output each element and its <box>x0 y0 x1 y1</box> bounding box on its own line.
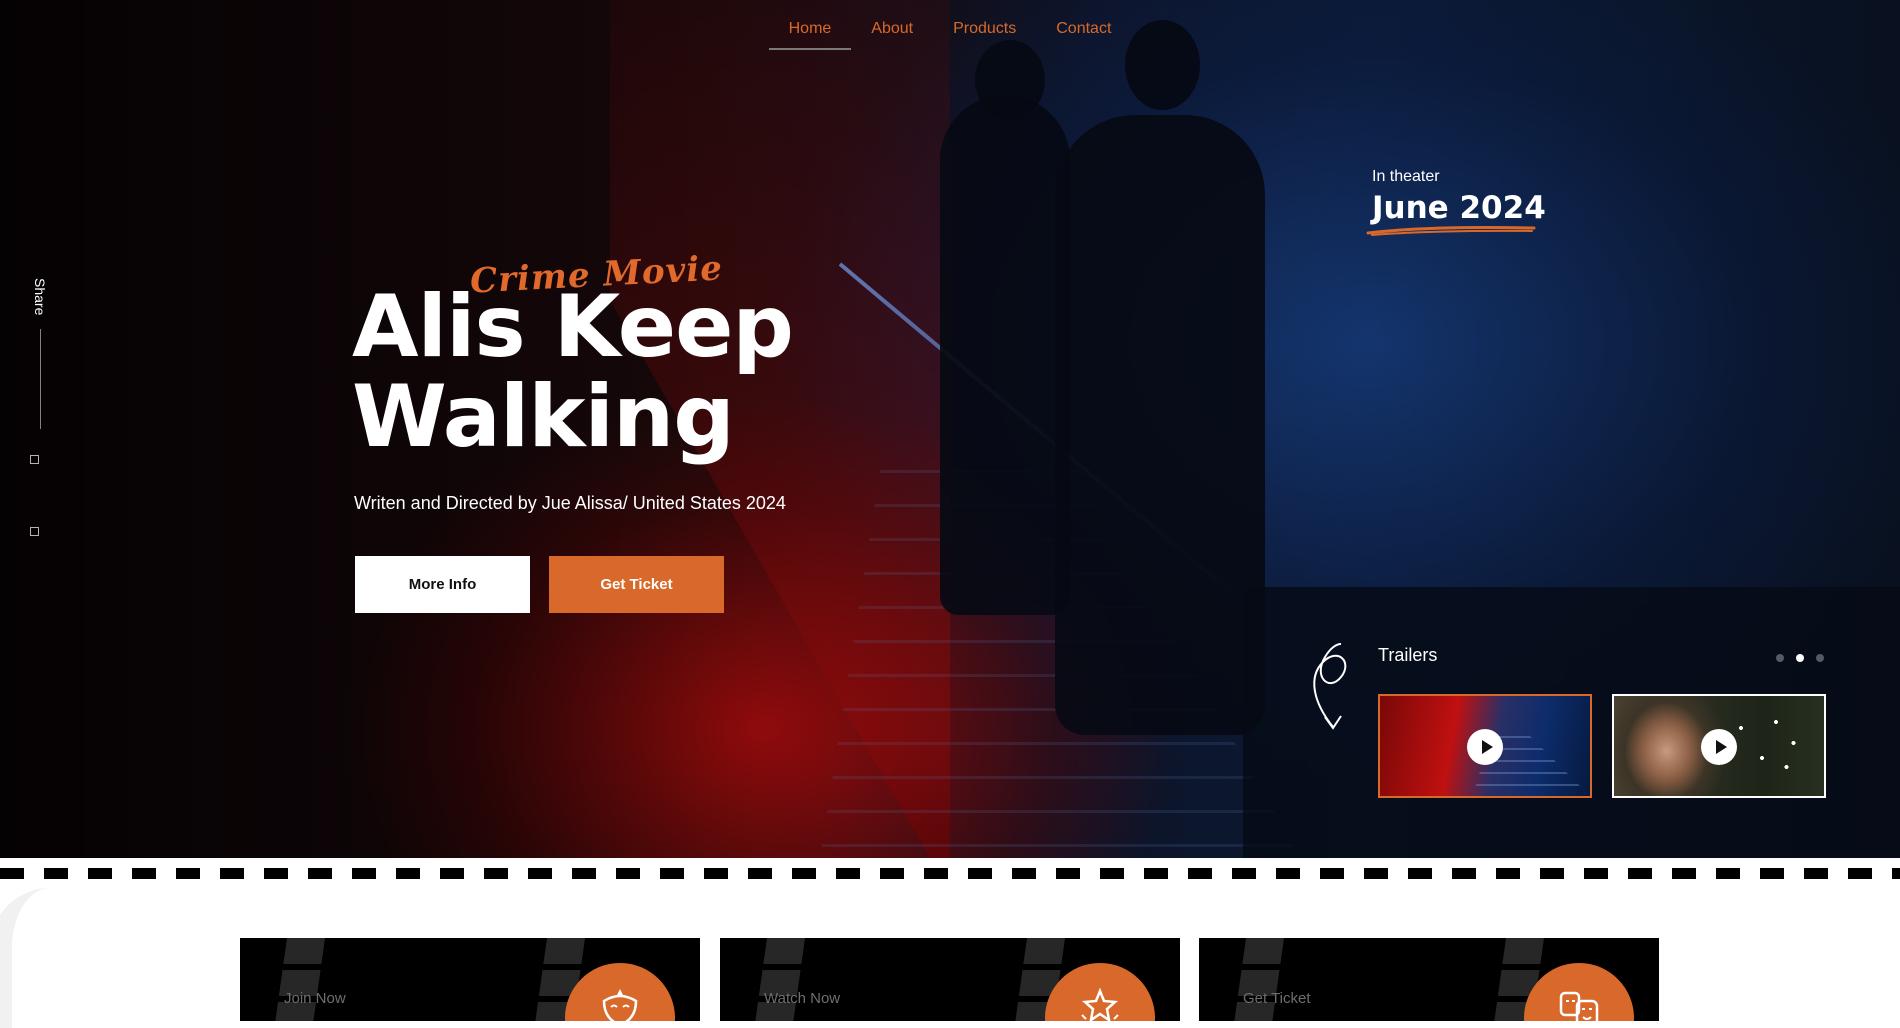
more-info-button[interactable]: More Info <box>355 556 530 613</box>
card-eyebrow: Get Ticket <box>1243 990 1311 1007</box>
silhouette-figure <box>940 95 1070 615</box>
nav-item-home[interactable]: Home <box>768 18 851 56</box>
pagination-dot[interactable] <box>1816 654 1824 662</box>
twitter-icon[interactable] <box>30 527 39 536</box>
feature-card-watch[interactable]: Watch Now <box>720 938 1180 1021</box>
card-eyebrow: Join Now <box>284 990 346 1007</box>
trailers-title: Trailers <box>1378 645 1438 665</box>
film-strip-decoration <box>272 938 326 1021</box>
trailer-thumbnail[interactable] <box>1378 694 1592 798</box>
curly-arrow-icon <box>1313 643 1347 730</box>
share-sidebar: Share <box>25 278 55 430</box>
star-trophy-icon <box>1045 963 1155 1021</box>
movie-credits: Writen and Directed by Jue Alissa/ Unite… <box>354 493 786 513</box>
film-strip-divider <box>0 858 1900 888</box>
trailers-panel: Trailers <box>1243 587 1900 858</box>
share-divider <box>39 329 41 430</box>
main-nav: Home About Products Contact <box>0 18 1900 56</box>
release-label: In theater <box>1372 168 1440 185</box>
trailer-pagination <box>1776 654 1824 662</box>
card-eyebrow: Watch Now <box>764 990 841 1007</box>
movie-title: Alis Keep Walking <box>352 277 794 467</box>
release-date-underline <box>1366 226 1536 236</box>
feature-card-join[interactable]: Join Now <box>240 938 700 1021</box>
film-strip-decoration <box>752 938 806 1021</box>
hero-section: Home About Products Contact Share Crime … <box>0 0 1900 858</box>
pagination-dot[interactable] <box>1776 654 1784 662</box>
share-label: Share <box>32 278 48 316</box>
theater-masks-icon <box>1524 963 1634 1021</box>
get-ticket-button[interactable]: Get Ticket <box>549 556 724 613</box>
play-icon[interactable] <box>1701 729 1737 765</box>
nav-item-products[interactable]: Products <box>953 18 1016 56</box>
nav-item-about[interactable]: About <box>871 18 913 56</box>
play-icon[interactable] <box>1467 729 1503 765</box>
release-date: June 2024 <box>1372 190 1546 226</box>
film-strip-decoration <box>1231 938 1285 1021</box>
feature-card-ticket[interactable]: Get Ticket <box>1199 938 1659 1021</box>
silhouette-figure <box>1055 115 1265 735</box>
film-reel-decoration <box>0 888 100 1028</box>
mask-icon <box>565 963 675 1021</box>
facebook-icon[interactable] <box>30 455 39 464</box>
nav-item-contact[interactable]: Contact <box>1056 18 1111 56</box>
pagination-dot-active[interactable] <box>1796 654 1804 662</box>
trailer-thumbnail[interactable] <box>1612 694 1826 798</box>
features-section: Join Now Watch Now Get Ticket <box>0 888 1900 1028</box>
